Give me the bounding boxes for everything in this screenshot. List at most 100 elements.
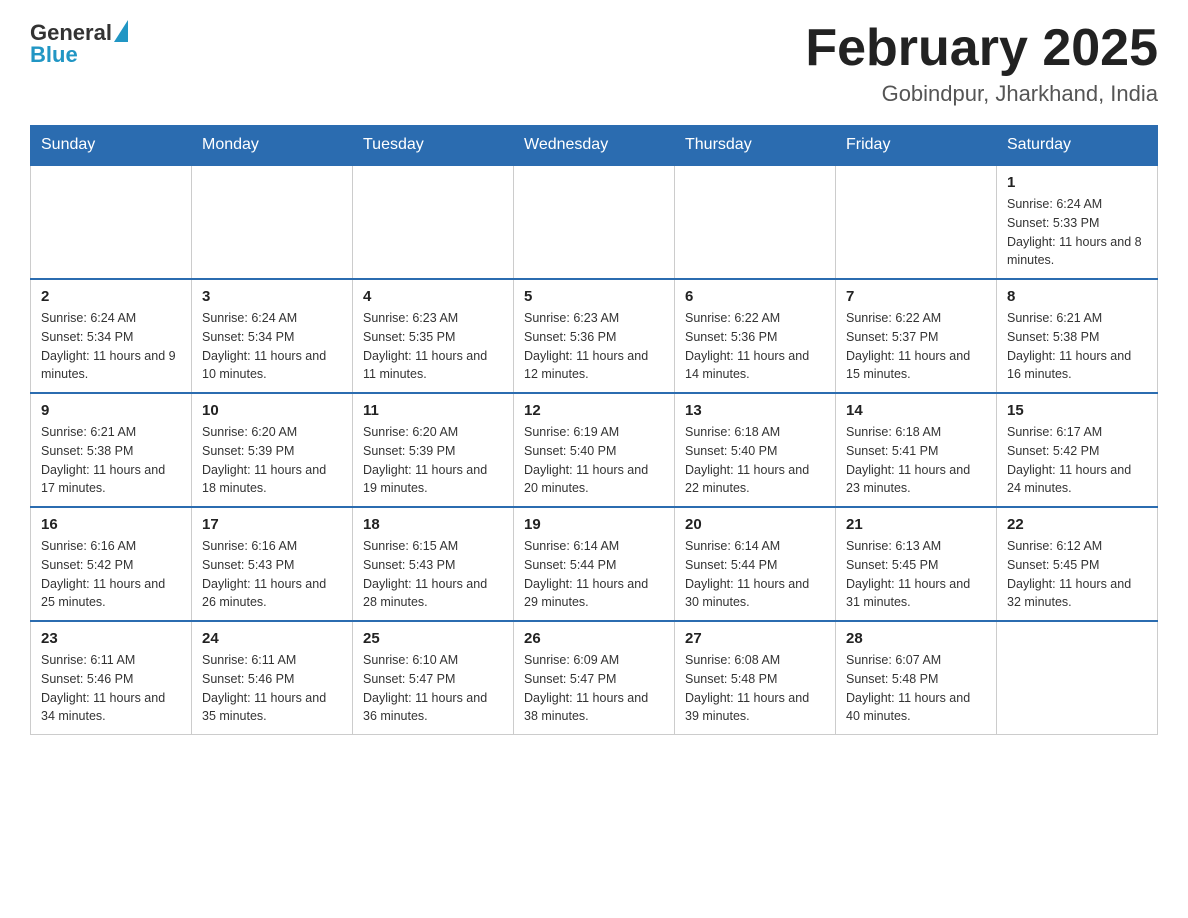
calendar-cell: 16 Sunrise: 6:16 AM Sunset: 5:42 PM Dayli… xyxy=(31,507,192,621)
day-info: Sunrise: 6:11 AM Sunset: 5:46 PM Dayligh… xyxy=(202,651,342,726)
weekday-header-row: SundayMondayTuesdayWednesdayThursdayFrid… xyxy=(31,126,1158,166)
calendar-cell: 3 Sunrise: 6:24 AM Sunset: 5:34 PM Daylig… xyxy=(192,279,353,393)
day-number: 20 xyxy=(685,516,825,533)
calendar-cell: 20 Sunrise: 6:14 AM Sunset: 5:44 PM Dayli… xyxy=(675,507,836,621)
calendar-cell xyxy=(997,621,1158,735)
calendar-week-row-2: 2Sunrise: 6:24 AM Sunset: 5:34 PM Daylig… xyxy=(31,279,1158,393)
calendar-cell: 15 Sunrise: 6:17 AM Sunset: 5:42 PM Dayli… xyxy=(997,393,1158,507)
day-number: 28 xyxy=(846,630,986,647)
calendar-cell xyxy=(836,165,997,279)
day-info: Sunrise: 6:21 AM Sunset: 5:38 PM Dayligh… xyxy=(1007,309,1147,384)
day-number: 24 xyxy=(202,630,342,647)
day-info: Sunrise: 6:23 AM Sunset: 5:36 PM Dayligh… xyxy=(524,309,664,384)
day-info: Sunrise: 6:10 AM Sunset: 5:47 PM Dayligh… xyxy=(363,651,503,726)
day-info: Sunrise: 6:23 AM Sunset: 5:35 PM Dayligh… xyxy=(363,309,503,384)
calendar-cell: 26 Sunrise: 6:09 AM Sunset: 5:47 PM Dayli… xyxy=(514,621,675,735)
calendar-week-row-4: 16 Sunrise: 6:16 AM Sunset: 5:42 PM Dayli… xyxy=(31,507,1158,621)
day-number: 7 xyxy=(846,288,986,305)
day-info: Sunrise: 6:15 AM Sunset: 5:43 PM Dayligh… xyxy=(363,537,503,612)
day-info: Sunrise: 6:20 AM Sunset: 5:39 PM Dayligh… xyxy=(363,423,503,498)
month-title: February 2025 xyxy=(805,20,1158,77)
calendar-cell: 19 Sunrise: 6:14 AM Sunset: 5:44 PM Dayli… xyxy=(514,507,675,621)
calendar-cell: 1 Sunrise: 6:24 AM Sunset: 5:33 PM Daylig… xyxy=(997,165,1158,279)
calendar-cell: 24 Sunrise: 6:11 AM Sunset: 5:46 PM Dayli… xyxy=(192,621,353,735)
day-info: Sunrise: 6:24 AM Sunset: 5:33 PM Dayligh… xyxy=(1007,195,1147,270)
day-number: 4 xyxy=(363,288,503,305)
day-number: 12 xyxy=(524,402,664,419)
weekday-header-friday: Friday xyxy=(836,126,997,166)
day-number: 9 xyxy=(41,402,181,419)
day-info: Sunrise: 6:22 AM Sunset: 5:36 PM Dayligh… xyxy=(685,309,825,384)
calendar-week-row-3: 9 Sunrise: 6:21 AM Sunset: 5:38 PM Daylig… xyxy=(31,393,1158,507)
day-info: Sunrise: 6:12 AM Sunset: 5:45 PM Dayligh… xyxy=(1007,537,1147,612)
calendar-cell: 14Sunrise: 6:18 AM Sunset: 5:41 PM Dayli… xyxy=(836,393,997,507)
day-number: 17 xyxy=(202,516,342,533)
day-info: Sunrise: 6:20 AM Sunset: 5:39 PM Dayligh… xyxy=(202,423,342,498)
calendar-cell: 11 Sunrise: 6:20 AM Sunset: 5:39 PM Dayli… xyxy=(353,393,514,507)
day-info: Sunrise: 6:13 AM Sunset: 5:45 PM Dayligh… xyxy=(846,537,986,612)
day-info: Sunrise: 6:14 AM Sunset: 5:44 PM Dayligh… xyxy=(685,537,825,612)
day-info: Sunrise: 6:24 AM Sunset: 5:34 PM Dayligh… xyxy=(41,309,181,384)
calendar-cell: 5 Sunrise: 6:23 AM Sunset: 5:36 PM Daylig… xyxy=(514,279,675,393)
day-info: Sunrise: 6:07 AM Sunset: 5:48 PM Dayligh… xyxy=(846,651,986,726)
day-number: 15 xyxy=(1007,402,1147,419)
day-info: Sunrise: 6:21 AM Sunset: 5:38 PM Dayligh… xyxy=(41,423,181,498)
day-info: Sunrise: 6:17 AM Sunset: 5:42 PM Dayligh… xyxy=(1007,423,1147,498)
day-info: Sunrise: 6:09 AM Sunset: 5:47 PM Dayligh… xyxy=(524,651,664,726)
day-info: Sunrise: 6:18 AM Sunset: 5:40 PM Dayligh… xyxy=(685,423,825,498)
day-number: 13 xyxy=(685,402,825,419)
calendar-cell: 21 Sunrise: 6:13 AM Sunset: 5:45 PM Dayli… xyxy=(836,507,997,621)
weekday-header-tuesday: Tuesday xyxy=(353,126,514,166)
day-number: 16 xyxy=(41,516,181,533)
day-number: 3 xyxy=(202,288,342,305)
calendar-cell: 27Sunrise: 6:08 AM Sunset: 5:48 PM Dayli… xyxy=(675,621,836,735)
calendar-table: SundayMondayTuesdayWednesdayThursdayFrid… xyxy=(30,125,1158,735)
calendar-cell: 7 Sunrise: 6:22 AM Sunset: 5:37 PM Daylig… xyxy=(836,279,997,393)
day-number: 5 xyxy=(524,288,664,305)
logo-blue-text: Blue xyxy=(30,42,78,68)
calendar-cell: 8 Sunrise: 6:21 AM Sunset: 5:38 PM Daylig… xyxy=(997,279,1158,393)
calendar-cell: 18Sunrise: 6:15 AM Sunset: 5:43 PM Dayli… xyxy=(353,507,514,621)
day-number: 22 xyxy=(1007,516,1147,533)
day-info: Sunrise: 6:14 AM Sunset: 5:44 PM Dayligh… xyxy=(524,537,664,612)
day-number: 1 xyxy=(1007,174,1147,191)
calendar-cell xyxy=(353,165,514,279)
day-number: 27 xyxy=(685,630,825,647)
calendar-cell xyxy=(675,165,836,279)
location-title: Gobindpur, Jharkhand, India xyxy=(805,81,1158,107)
day-number: 14 xyxy=(846,402,986,419)
weekday-header-wednesday: Wednesday xyxy=(514,126,675,166)
calendar-cell: 4 Sunrise: 6:23 AM Sunset: 5:35 PM Daylig… xyxy=(353,279,514,393)
day-info: Sunrise: 6:16 AM Sunset: 5:42 PM Dayligh… xyxy=(41,537,181,612)
calendar-cell: 2Sunrise: 6:24 AM Sunset: 5:34 PM Daylig… xyxy=(31,279,192,393)
weekday-header-saturday: Saturday xyxy=(997,126,1158,166)
day-info: Sunrise: 6:16 AM Sunset: 5:43 PM Dayligh… xyxy=(202,537,342,612)
day-number: 25 xyxy=(363,630,503,647)
calendar-cell: 17 Sunrise: 6:16 AM Sunset: 5:43 PM Dayli… xyxy=(192,507,353,621)
day-number: 6 xyxy=(685,288,825,305)
day-info: Sunrise: 6:24 AM Sunset: 5:34 PM Dayligh… xyxy=(202,309,342,384)
calendar-cell xyxy=(514,165,675,279)
calendar-cell: 28 Sunrise: 6:07 AM Sunset: 5:48 PM Dayli… xyxy=(836,621,997,735)
day-number: 23 xyxy=(41,630,181,647)
day-info: Sunrise: 6:22 AM Sunset: 5:37 PM Dayligh… xyxy=(846,309,986,384)
day-number: 8 xyxy=(1007,288,1147,305)
calendar-cell: 6 Sunrise: 6:22 AM Sunset: 5:36 PM Daylig… xyxy=(675,279,836,393)
day-number: 10 xyxy=(202,402,342,419)
calendar-week-row-5: 23 Sunrise: 6:11 AM Sunset: 5:46 PM Dayli… xyxy=(31,621,1158,735)
title-block: February 2025 Gobindpur, Jharkhand, Indi… xyxy=(805,20,1158,107)
day-info: Sunrise: 6:11 AM Sunset: 5:46 PM Dayligh… xyxy=(41,651,181,726)
calendar-cell xyxy=(192,165,353,279)
logo: General Blue xyxy=(30,20,128,68)
calendar-cell: 12Sunrise: 6:19 AM Sunset: 5:40 PM Dayli… xyxy=(514,393,675,507)
logo-triangle-icon xyxy=(114,20,128,42)
day-number: 21 xyxy=(846,516,986,533)
day-number: 19 xyxy=(524,516,664,533)
weekday-header-sunday: Sunday xyxy=(31,126,192,166)
day-number: 11 xyxy=(363,402,503,419)
day-number: 26 xyxy=(524,630,664,647)
calendar-week-row-1: 1 Sunrise: 6:24 AM Sunset: 5:33 PM Daylig… xyxy=(31,165,1158,279)
calendar-cell: 13 Sunrise: 6:18 AM Sunset: 5:40 PM Dayli… xyxy=(675,393,836,507)
weekday-header-monday: Monday xyxy=(192,126,353,166)
calendar-cell: 22 Sunrise: 6:12 AM Sunset: 5:45 PM Dayli… xyxy=(997,507,1158,621)
